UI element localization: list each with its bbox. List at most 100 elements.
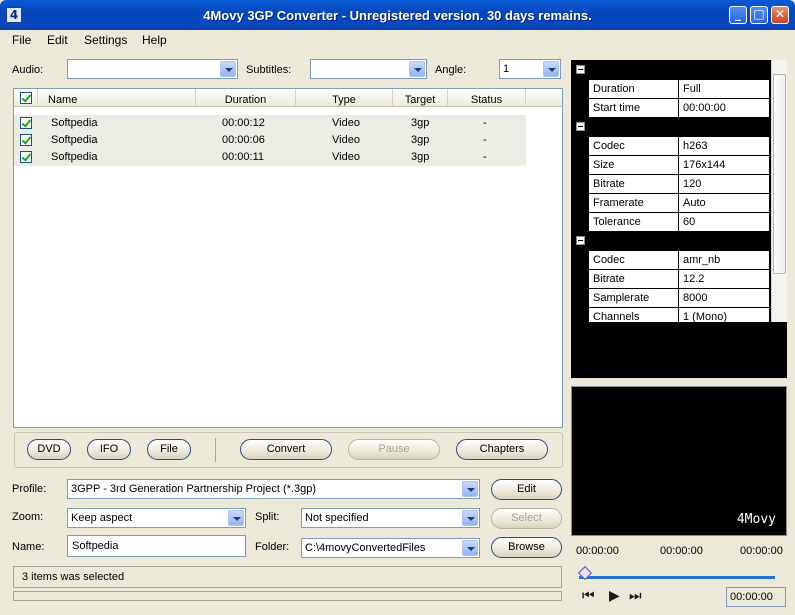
column-status[interactable]: Status [448,89,526,107]
subtitles-select[interactable] [310,59,427,79]
select-split-button[interactable]: Select [491,508,562,529]
property-key: Bitrate [593,178,625,190]
table-row[interactable]: Softpedia 00:00:06 Video 3gp - [14,132,526,149]
collapse-general-icon[interactable] [576,65,585,74]
time-start: 00:00:00 [576,545,619,557]
browse-button[interactable]: Browse [491,537,562,558]
column-target[interactable]: Target [393,89,448,107]
chevron-down-icon[interactable] [220,61,236,77]
row-duration: 00:00:12 [222,117,265,129]
property-row[interactable]: Duration Full [589,79,769,99]
play-icon[interactable]: ▶ [609,588,620,604]
seek-slider[interactable] [577,565,779,581]
minimize-button-main[interactable]: _ [729,6,747,24]
ifo-button[interactable]: IFO [87,439,131,460]
property-row[interactable]: Start time 00:00:00 [589,98,769,118]
table-row[interactable]: Softpedia 00:00:11 Video 3gp - [14,149,526,166]
rewind-icon[interactable]: ⏮ [582,588,595,604]
convert-button[interactable]: Convert [240,439,332,460]
seek-track [579,576,775,579]
audio-label: Audio: [12,64,44,76]
menu-settings[interactable]: Settings [84,33,127,47]
row-type: Video [332,151,360,163]
property-key: Bitrate [593,273,625,285]
property-key: Tolerance [593,216,641,228]
table-row[interactable]: Softpedia 00:00:12 Video 3gp - [14,115,526,132]
profile-select[interactable]: 3GPP - 3rd Generation Partnership Projec… [67,479,480,499]
column-duration[interactable]: Duration [196,89,296,107]
zoom-select[interactable]: Keep aspect [67,508,246,528]
edit-profile-button[interactable]: Edit [491,479,562,500]
split-value: Not specified [305,512,369,524]
property-row[interactable]: Channels 1 (Mono) [589,307,769,322]
collapse-video-icon[interactable] [576,122,585,131]
property-key: Samplerate [593,292,650,304]
column-name[interactable]: Name [43,89,196,107]
divider [678,99,679,118]
divider [678,137,679,156]
header-select-all[interactable] [14,89,38,107]
property-row[interactable]: Samplerate 8000 [589,288,769,308]
pause-button[interactable]: Pause [348,439,440,460]
list-header: Name Duration Type Target Status [14,89,562,107]
forward-icon[interactable]: ⏭ [629,588,642,604]
chevron-down-icon[interactable] [462,540,478,556]
close-button[interactable]: ✕ [771,6,789,24]
divider [678,251,679,270]
property-row[interactable]: Size 176x144 [589,155,769,175]
file-list[interactable]: Name Duration Type Target Status Softped… [13,88,563,428]
menu-help[interactable]: Help [142,33,167,47]
window-title: 4Movy 3GP Converter - Unregistered versi… [203,8,592,23]
row-duration: 00:00:06 [222,134,265,146]
folder-label: Folder: [255,541,290,553]
name-input[interactable]: Softpedia [67,535,246,557]
chevron-down-icon[interactable] [228,510,244,526]
property-row[interactable]: Bitrate 120 [589,174,769,194]
folder-select[interactable]: C:\4movyConvertedFiles [301,538,480,558]
profile-value: 3GPP - 3rd Generation Partnership Projec… [71,483,316,495]
angle-select[interactable]: 1 [499,59,561,79]
row-checkbox[interactable] [20,134,32,146]
column-type[interactable]: Type [296,89,393,107]
property-key: Framerate [593,197,644,209]
property-row[interactable]: Codec amr_nb [589,250,769,270]
property-value: 176x144 [683,159,726,171]
divider [678,213,679,232]
angle-label: Angle: [435,64,467,76]
property-key: Duration [593,83,635,95]
description-area [571,322,787,378]
properties-scrollbar[interactable] [771,60,787,322]
property-row[interactable]: Bitrate 12.2 [589,269,769,289]
row-checkbox[interactable] [20,151,32,163]
property-row[interactable]: Tolerance 60 [589,212,769,232]
time-end: 00:00:00 [740,545,783,557]
maximize-button[interactable]: □ [750,6,768,24]
properties-panel[interactable]: Duration Full Start time 00:00:00 Codec … [571,60,787,322]
property-value: Auto [683,197,706,209]
menu-edit[interactable]: Edit [47,33,68,47]
split-select[interactable]: Not specified [301,508,480,528]
row-status: - [483,151,487,163]
row-name: Softpedia [51,134,98,146]
chapters-button[interactable]: Chapters [456,439,548,460]
menu-file[interactable]: File [12,33,31,47]
audio-select[interactable] [67,59,238,79]
property-row[interactable]: Framerate Auto [589,193,769,213]
dvd-button[interactable]: DVD [27,439,71,460]
property-row[interactable]: Codec h263 [589,136,769,156]
divider [678,80,679,99]
chevron-down-icon[interactable] [462,481,478,497]
row-name: Softpedia [51,151,98,163]
collapse-audio-icon[interactable] [576,236,585,245]
chevron-down-icon[interactable] [409,61,425,77]
chevron-down-icon[interactable] [543,61,559,77]
row-checkbox[interactable] [20,117,32,129]
name-label: Name: [12,541,45,553]
chevron-down-icon[interactable] [462,510,478,526]
property-value: amr_nb [683,254,721,266]
menu-bar: File Edit Settings Help [0,30,795,50]
row-type: Video [332,134,360,146]
file-button[interactable]: File [147,439,191,460]
scrollbar-thumb[interactable] [773,74,786,274]
select-all-checkbox[interactable] [20,92,32,104]
